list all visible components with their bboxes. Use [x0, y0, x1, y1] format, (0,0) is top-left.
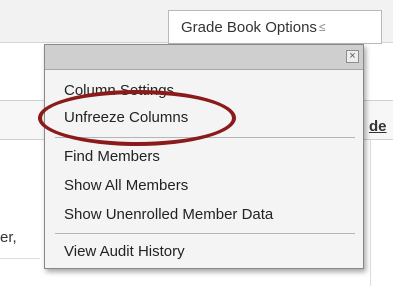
student-name-cell: er, [0, 229, 17, 246]
menu-item-show-all-members[interactable]: Show All Members [64, 177, 188, 194]
row-divider [0, 258, 40, 259]
grade-book-options-menu: × Column Settings Unfreeze Columns Find … [44, 44, 364, 269]
chevron-down-icon: ≤ [318, 20, 326, 34]
menu-item-find-members[interactable]: Find Members [64, 148, 160, 165]
close-icon[interactable]: × [346, 50, 359, 63]
menu-divider [55, 233, 355, 234]
grade-book-options-button[interactable]: Grade Book Options ≤ [168, 10, 382, 44]
menu-item-show-unenrolled-member-data[interactable]: Show Unenrolled Member Data [64, 206, 273, 223]
column-header-label[interactable]: de [369, 118, 393, 135]
column-divider [370, 140, 371, 286]
menu-item-view-audit-history[interactable]: View Audit History [64, 243, 185, 260]
grade-book-options-label: Grade Book Options [181, 18, 317, 36]
highlight-annotation-ring [38, 90, 236, 146]
menu-title-bar: × [45, 45, 363, 70]
